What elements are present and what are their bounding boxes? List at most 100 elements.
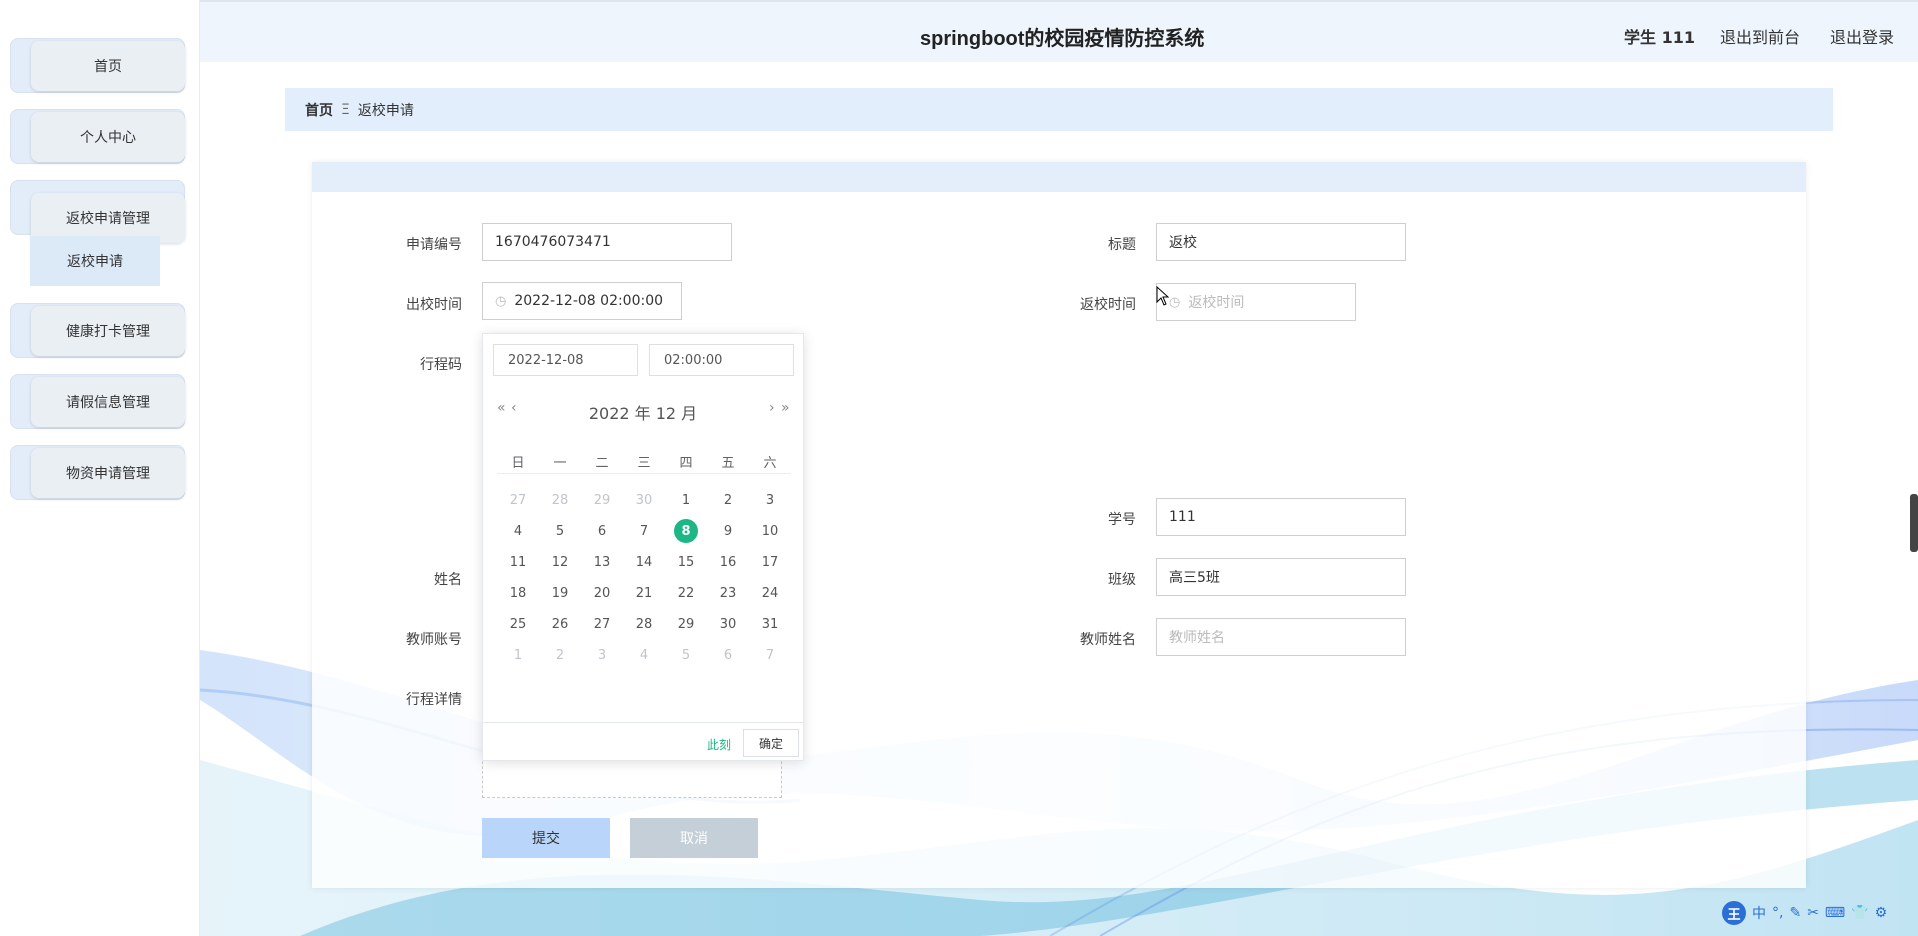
clock-icon: ◷ xyxy=(1169,294,1181,310)
calendar-day-label: 5 xyxy=(555,523,565,539)
calendar-day[interactable]: 5 xyxy=(665,636,707,674)
calendar-day-label: 11 xyxy=(509,554,527,570)
calendar-day[interactable]: 2 xyxy=(539,636,581,674)
calendar-day-label: 17 xyxy=(761,554,779,570)
ime-punct-icon[interactable]: °, xyxy=(1772,905,1783,921)
return-time-placeholder: 返校时间 xyxy=(1188,295,1245,311)
ime-toolbar: 王 中 °, ✎ ✂ ⌨ 👕 ⚙ xyxy=(1722,900,1918,926)
leave-time-input[interactable]: ◷ 2022-12-08 02:00:00 xyxy=(482,282,682,320)
cancel-button[interactable]: 取消 xyxy=(630,818,758,858)
confirm-button[interactable]: 确定 xyxy=(743,729,799,757)
next-year-icon[interactable]: » xyxy=(781,400,790,416)
calendar-day-label: 7 xyxy=(765,647,775,663)
weekday-label: 二 xyxy=(595,456,609,471)
calendar-day-label: 27 xyxy=(593,616,611,632)
ime-settings-icon[interactable]: ⚙ xyxy=(1875,905,1888,921)
breadcrumb-home[interactable]: 首页 xyxy=(305,100,333,120)
now-button[interactable]: 此刻 xyxy=(707,736,731,753)
trip-detail-label: 行程详情 xyxy=(406,692,462,708)
calendar-day-label: 13 xyxy=(593,554,611,570)
picker-date-input[interactable]: 2022-12-08 xyxy=(493,344,638,376)
calendar-day-label: 20 xyxy=(593,585,611,601)
teacher-account-label: 教师账号 xyxy=(406,632,462,648)
teacher-name-label: 教师姓名 xyxy=(1080,632,1136,648)
calendar-day[interactable]: 3 xyxy=(581,636,623,674)
submit-button[interactable]: 提交 xyxy=(482,818,610,858)
calendar-day-label: 3 xyxy=(765,492,775,508)
calendar-day-label: 4 xyxy=(639,647,649,663)
clock-icon: ◷ xyxy=(495,293,507,309)
calendar-day-label: 1 xyxy=(681,492,691,508)
calendar-day-label: 19 xyxy=(551,585,569,601)
logout-link[interactable]: 退出登录 xyxy=(1830,24,1894,48)
picker-header: « ‹ 2022 年 12 月 › » xyxy=(483,398,803,423)
ime-logo-icon[interactable]: 王 xyxy=(1722,901,1746,925)
calendar-day-label: 4 xyxy=(513,523,523,539)
sidebar-item-leave-info[interactable]: 请假信息管理 xyxy=(10,374,185,429)
sidebar-item-health-checkin[interactable]: 健康打卡管理 xyxy=(10,303,185,358)
class-input[interactable]: 高三5班 xyxy=(1156,558,1406,596)
calendar-day-label: 6 xyxy=(597,523,607,539)
sidebar-item-label: 物资申请管理 xyxy=(31,448,185,498)
calendar-day-label: 15 xyxy=(677,554,695,570)
calendar-day-label: 27 xyxy=(509,492,527,508)
sidebar-item-home[interactable]: 首页 xyxy=(10,38,185,93)
mouse-cursor-icon xyxy=(1156,286,1170,306)
calendar-day[interactable]: 7 xyxy=(749,636,791,674)
ime-pen-icon[interactable]: ✎ xyxy=(1789,905,1801,921)
current-user: 学生 111 xyxy=(1624,28,1695,47)
calendar-day-label: 8 xyxy=(674,519,698,543)
calendar-day-label: 24 xyxy=(761,585,779,601)
sidebar-item-label: 个人中心 xyxy=(31,112,185,162)
calendar-day-label: 28 xyxy=(635,616,653,632)
calendar-day-label: 6 xyxy=(723,647,733,663)
breadcrumb: 首页 Ξ 返校申请 xyxy=(285,88,1833,131)
ime-mode-icon[interactable]: 中 xyxy=(1752,903,1766,923)
next-month-icon[interactable]: › xyxy=(769,400,775,416)
calendar-day-label: 26 xyxy=(551,616,569,632)
calendar-day[interactable]: 6 xyxy=(707,636,749,674)
class-label: 班级 xyxy=(1108,572,1136,588)
calendar-day[interactable]: 4 xyxy=(623,636,665,674)
calendar-day-label: 29 xyxy=(677,616,695,632)
side-panel-handle[interactable] xyxy=(1910,494,1918,552)
ime-skin-icon[interactable]: 👕 xyxy=(1851,905,1868,921)
weekday-label: 四 xyxy=(679,456,693,471)
breadcrumb-separator-icon: Ξ xyxy=(341,101,350,118)
sidebar: 首页 个人中心 返校申请管理 返校申请 健康打卡管理 请假信息管理 物资申请管理 xyxy=(0,0,200,936)
return-time-input[interactable]: ◷ 返校时间 xyxy=(1156,283,1356,321)
sidebar-subitem-return-apply[interactable]: 返校申请 xyxy=(30,236,160,286)
calendar-day[interactable]: 1 xyxy=(497,636,539,674)
trip-code-label: 行程码 xyxy=(420,357,462,373)
student-no-label: 学号 xyxy=(1108,512,1136,528)
calendar-day-label: 9 xyxy=(723,523,733,539)
breadcrumb-current: 返校申请 xyxy=(357,102,414,119)
student-no-input[interactable]: 111 xyxy=(1156,498,1406,536)
leave-time-label: 出校时间 xyxy=(406,297,462,313)
sidebar-item-personal-center[interactable]: 个人中心 xyxy=(10,109,185,164)
calendar-day-label: 12 xyxy=(551,554,569,570)
title-input[interactable]: 返校 xyxy=(1156,223,1406,261)
calendar-day-label: 18 xyxy=(509,585,527,601)
app-title: springboot的校园疫情防控系统 xyxy=(920,28,1205,50)
calendar-day-label: 30 xyxy=(635,492,653,508)
picker-month-title: 2022 年 12 月 xyxy=(588,404,698,423)
date-picker-popup: 2022-12-08 02:00:00 « ‹ 2022 年 12 月 › » … xyxy=(482,333,804,761)
teacher-name-input[interactable]: 教师姓名 xyxy=(1156,618,1406,656)
sidebar-item-supply-apply[interactable]: 物资申请管理 xyxy=(10,445,185,500)
sidebar-item-return-management[interactable]: 返校申请管理 xyxy=(10,180,185,243)
calendar-day-label: 29 xyxy=(593,492,611,508)
calendar-day-label: 25 xyxy=(509,616,527,632)
picker-time-input[interactable]: 02:00:00 xyxy=(649,344,794,376)
weekday-label: 六 xyxy=(763,456,777,471)
sidebar-item-label: 首页 xyxy=(31,41,185,91)
ime-scissors-icon[interactable]: ✂ xyxy=(1807,905,1819,921)
ime-keyboard-icon[interactable]: ⌨ xyxy=(1825,905,1845,921)
calendar-day-label: 31 xyxy=(761,616,779,632)
apply-no-input[interactable]: 1670476073471 xyxy=(482,223,732,261)
back-to-front-link[interactable]: 退出到前台 xyxy=(1720,24,1800,48)
calendar-day-label: 7 xyxy=(639,523,649,539)
calendar-day-label: 30 xyxy=(719,616,737,632)
calendar-day-label: 16 xyxy=(719,554,737,570)
name-label: 姓名 xyxy=(434,572,462,588)
